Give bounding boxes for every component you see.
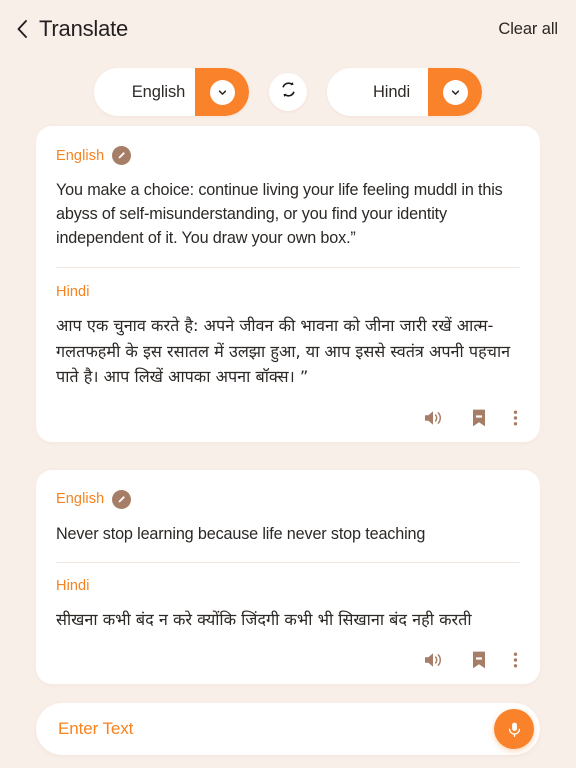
bookmark-button[interactable] xyxy=(471,408,487,428)
translation-cards-list: English You make a choice: continue livi… xyxy=(0,126,576,684)
source-language-selector[interactable]: English xyxy=(94,68,249,116)
source-language-header: English xyxy=(56,146,520,165)
target-language-header: Hindi xyxy=(56,284,520,300)
target-language-dropdown-button[interactable] xyxy=(428,68,482,116)
source-language-name: English xyxy=(56,147,105,164)
top-bar-left: Translate xyxy=(14,18,128,40)
more-options-button[interactable] xyxy=(513,650,518,670)
card-action-row xyxy=(56,650,520,670)
target-language-name: Hindi xyxy=(56,284,90,300)
chevron-left-icon[interactable] xyxy=(14,18,30,40)
target-language-header: Hindi xyxy=(56,578,520,594)
pencil-edit-icon[interactable] xyxy=(112,489,132,509)
clear-all-button[interactable]: Clear all xyxy=(498,20,558,39)
source-language-name: English xyxy=(56,491,105,507)
swap-arrows-icon xyxy=(280,81,297,103)
translated-text: सीखना कभी बंद न करे क्योंकि जिंदगी कभी भ… xyxy=(56,609,472,629)
chevron-down-icon xyxy=(442,79,468,105)
source-language-dropdown-button[interactable] xyxy=(195,68,249,116)
card-divider xyxy=(56,561,520,563)
bookmark-button[interactable] xyxy=(471,650,487,670)
listen-button[interactable] xyxy=(423,408,445,428)
source-language-header: English xyxy=(56,489,520,509)
translation-card[interactable]: English You make a choice: continue livi… xyxy=(36,126,540,442)
microphone-button[interactable] xyxy=(494,709,534,749)
source-text: You make a choice: continue living your … xyxy=(56,181,503,247)
listen-button[interactable] xyxy=(423,650,445,670)
text-input-container[interactable] xyxy=(36,703,540,755)
target-language-selector[interactable]: Hindi xyxy=(327,68,482,116)
source-text: Never stop learning because life never s… xyxy=(56,524,426,543)
pencil-edit-icon[interactable] xyxy=(112,146,132,165)
page-title: Translate xyxy=(39,16,129,41)
microphone-icon xyxy=(505,720,524,739)
card-divider xyxy=(56,267,520,268)
text-input[interactable] xyxy=(58,703,494,755)
top-bar: Translate Clear all xyxy=(0,0,576,58)
bottom-input-bar xyxy=(0,690,576,768)
swap-languages-button[interactable] xyxy=(269,73,307,111)
target-language-name: Hindi xyxy=(56,577,90,594)
language-selector-row: English Hindi xyxy=(0,58,576,126)
card-action-row xyxy=(56,408,520,428)
translated-text: आप एक चुनाव करते है: अपने जीवन की भावना … xyxy=(56,316,511,386)
chevron-down-icon xyxy=(209,79,235,105)
more-options-button[interactable] xyxy=(513,408,518,428)
translation-card[interactable]: English Never stop learning because life… xyxy=(36,469,540,684)
